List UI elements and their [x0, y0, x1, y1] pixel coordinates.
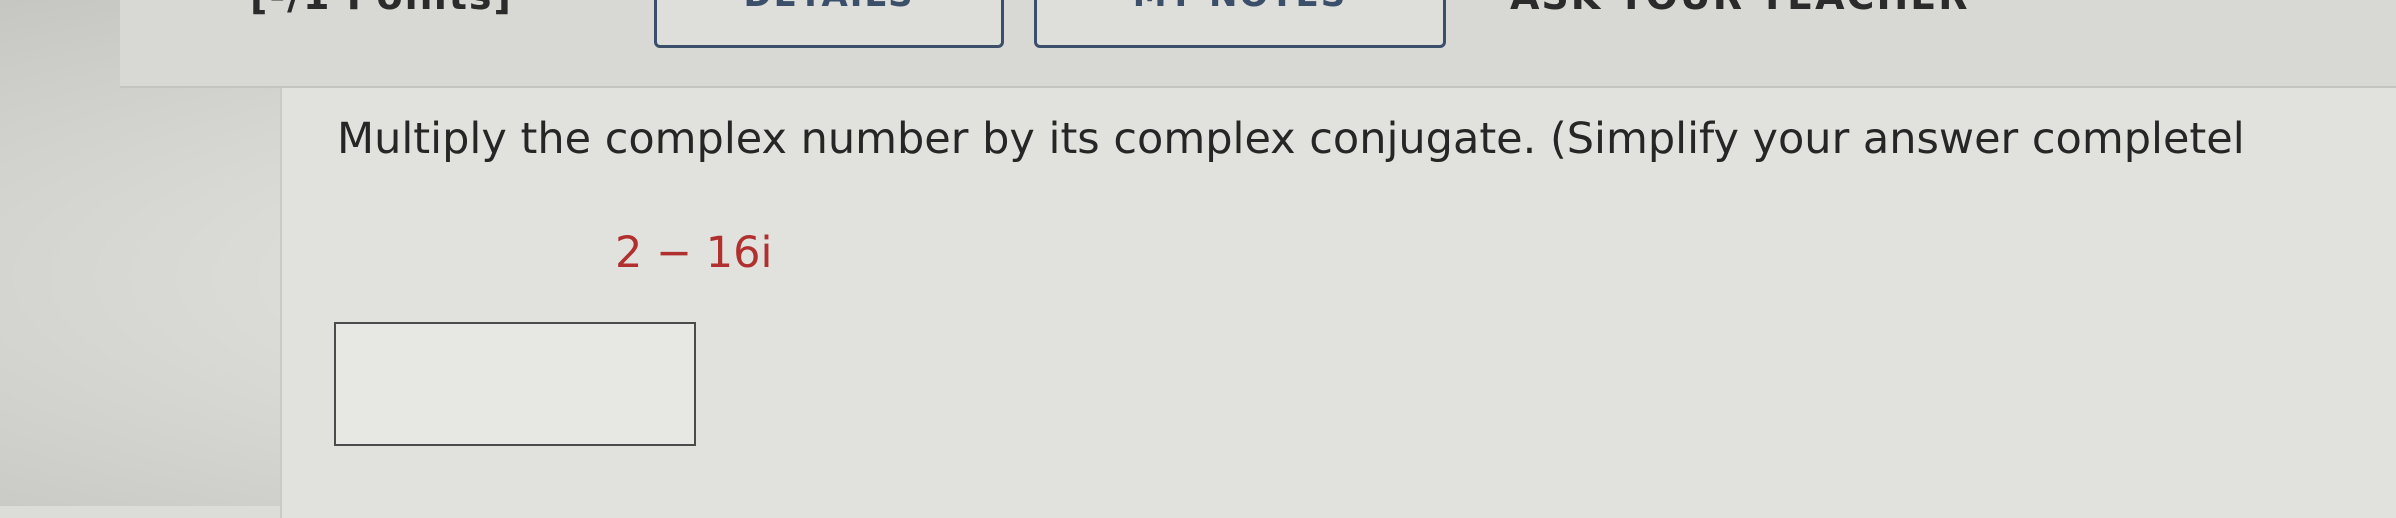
ask-teacher-link[interactable]: ASK YOUR TEACHER: [1510, 0, 1969, 18]
points-label: [-/1 Points]: [250, 0, 513, 18]
details-button-label: DETAILS: [657, 0, 1001, 15]
question-prompt: Multiply the complex number by its compl…: [337, 114, 2245, 164]
answer-input[interactable]: [334, 322, 696, 446]
details-button[interactable]: DETAILS: [654, 0, 1004, 48]
my-notes-button-label: MY NOTES: [1037, 0, 1443, 15]
complex-expression: 2 − 16i: [615, 228, 773, 278]
my-notes-button[interactable]: MY NOTES: [1034, 0, 1446, 48]
